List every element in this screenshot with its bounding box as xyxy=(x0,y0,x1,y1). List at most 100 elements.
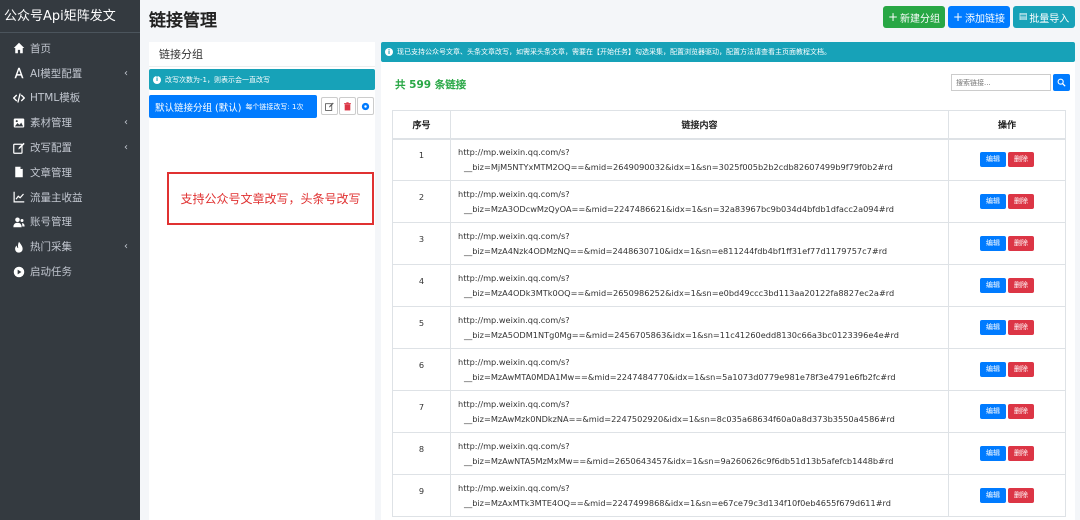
rewrite-info-alert: i 改写次数为-1，则表示会一直改写 xyxy=(149,69,375,90)
search-button[interactable] xyxy=(1053,74,1070,91)
sidebar-item-label: AI模型配置 xyxy=(30,67,83,80)
delete-link-button[interactable]: 删除 xyxy=(1008,446,1034,461)
link-line-1: http://mp.weixin.qq.com/s? xyxy=(458,482,570,493)
row-number: 7 xyxy=(392,390,451,433)
sidebar-item-html-template[interactable]: HTML模板 xyxy=(0,86,140,111)
group-panel-title: 链接分组 xyxy=(149,42,375,67)
sidebar-item-label: 账号管理 xyxy=(30,216,72,229)
table-header-row: 序号 链接内容 操作 xyxy=(392,110,1066,140)
support-info-alert: i 现已支持公众号文章、头条文章改写，如需采头条文章，需要在【开始任务】勾选采集… xyxy=(381,42,1075,62)
gear-icon xyxy=(361,102,370,110)
feature-annotation: 支持公众号文章改写，头条号改写 xyxy=(167,172,374,225)
chevron-left-icon: ‹ xyxy=(124,117,128,129)
link-line-2: __biz=MzA4ODk3MTk0OQ==&mid=2650986252&id… xyxy=(464,287,895,298)
column-header-no: 序号 xyxy=(392,110,451,140)
sidebar-item-rewrite-config[interactable]: 改写配置 ‹ xyxy=(0,135,140,160)
group-settings-button[interactable] xyxy=(357,97,374,115)
sidebar-item-hot-collect[interactable]: 热门采集 ‹ xyxy=(0,234,140,259)
row-actions: 编辑 删除 xyxy=(948,264,1066,307)
fire-icon xyxy=(12,240,26,254)
sidebar-item-accounts[interactable]: 账号管理 xyxy=(0,210,140,235)
link-line-1: http://mp.weixin.qq.com/s? xyxy=(458,272,570,283)
link-line-2: __biz=MzA5ODM1NTg0Mg==&mid=2456705863&id… xyxy=(464,329,899,340)
delete-link-button[interactable]: 删除 xyxy=(1008,194,1034,209)
link-count: 共 599 条链接 xyxy=(395,79,467,91)
row-actions: 编辑 删除 xyxy=(948,432,1066,475)
brand-title[interactable]: 公众号Api矩阵发文 xyxy=(0,0,140,33)
info-icon: i xyxy=(153,75,161,84)
chart-line-icon xyxy=(12,190,26,204)
link-content: http://mp.weixin.qq.com/s? __biz=MzAwNTA5… xyxy=(450,432,949,475)
delete-link-button[interactable]: 删除 xyxy=(1008,152,1034,168)
table-row: 4 http://mp.weixin.qq.com/s? __biz=MzA4ODk… xyxy=(392,264,1066,307)
delete-link-button[interactable]: 删除 xyxy=(1008,236,1034,251)
edit-link-button[interactable]: 编辑 xyxy=(980,152,1006,168)
delete-link-button[interactable]: 删除 xyxy=(1008,488,1034,503)
delete-group-button[interactable] xyxy=(339,97,356,115)
sidebar-item-home[interactable]: 首页 xyxy=(0,36,140,61)
rewrite-info-text: 改写次数为-1，则表示会一直改写 xyxy=(165,75,270,84)
page-title: 链接管理 xyxy=(149,11,217,31)
delete-link-button[interactable]: 删除 xyxy=(1008,278,1034,293)
link-line-2: __biz=MjM5NTYxMTM2OQ==&mid=2649090032&id… xyxy=(464,161,893,172)
sidebar-item-articles[interactable]: 文章管理 xyxy=(0,160,140,185)
row-number: 8 xyxy=(392,432,451,475)
table-row: 9 http://mp.weixin.qq.com/s? __biz=MzAxMTk… xyxy=(392,474,1066,517)
link-content: http://mp.weixin.qq.com/s? __biz=MzA3ODcw… xyxy=(450,180,949,223)
row-actions: 编辑 删除 xyxy=(948,474,1066,517)
edit-link-button[interactable]: 编辑 xyxy=(980,236,1006,251)
link-content: http://mp.weixin.qq.com/s? __biz=MzA4ODk3… xyxy=(450,264,949,307)
delete-link-button[interactable]: 删除 xyxy=(1008,404,1034,419)
link-list-panel: i 现已支持公众号文章、头条文章改写，如需采头条文章，需要在【开始任务】勾选采集… xyxy=(381,42,1075,520)
link-group-panel: 链接分组 i 改写次数为-1，则表示会一直改写 默认链接分组 (默认) 每个链接… xyxy=(149,42,375,520)
trash-icon xyxy=(344,101,351,110)
link-line-2: __biz=MzAwNTA5MzMxMw==&mid=2650643457&id… xyxy=(464,455,894,466)
edit-link-button[interactable]: 编辑 xyxy=(980,194,1006,209)
search-input[interactable] xyxy=(951,74,1051,91)
row-number: 4 xyxy=(392,264,451,307)
edit-link-button[interactable]: 编辑 xyxy=(980,404,1006,419)
group-rewrite-count: 每个链接改写: 1次 xyxy=(245,102,304,111)
edit-group-button[interactable] xyxy=(321,97,338,115)
edit-link-button[interactable]: 编辑 xyxy=(980,320,1006,335)
link-line-1: http://mp.weixin.qq.com/s? xyxy=(458,398,570,409)
sidebar-item-start-task[interactable]: 启动任务 xyxy=(0,259,140,284)
sidebar-item-materials[interactable]: 素材管理 ‹ xyxy=(0,110,140,135)
row-number: 5 xyxy=(392,306,451,349)
table-row: 1 http://mp.weixin.qq.com/s? __biz=MjM5NTY… xyxy=(392,138,1066,181)
add-link-button[interactable]: + 添加链接 xyxy=(948,6,1010,28)
delete-link-button[interactable]: 删除 xyxy=(1008,320,1034,335)
row-actions: 编辑 删除 xyxy=(948,180,1066,223)
sidebar-item-label: 热门采集 xyxy=(30,241,72,254)
chevron-left-icon: ‹ xyxy=(124,142,128,154)
row-actions: 编辑 删除 xyxy=(948,138,1066,181)
sidebar-item-label: 文章管理 xyxy=(30,166,72,179)
image-icon xyxy=(12,116,26,130)
add-link-label: 添加链接 xyxy=(965,13,1006,25)
edit-link-button[interactable]: 编辑 xyxy=(980,488,1006,503)
table-row: 6 http://mp.weixin.qq.com/s? __biz=MzAwMTA… xyxy=(392,348,1066,391)
new-group-button[interactable]: + 新建分组 xyxy=(883,6,945,28)
row-number: 1 xyxy=(392,138,451,181)
edit-link-button[interactable]: 编辑 xyxy=(980,446,1006,461)
link-content: http://mp.weixin.qq.com/s? __biz=MjM5NTYx… xyxy=(450,138,949,181)
link-table: 序号 链接内容 操作 1 http://mp.weixin.qq.com/s? __… xyxy=(392,110,1066,517)
link-content: http://mp.weixin.qq.com/s? __biz=MzA4Nzk4… xyxy=(450,222,949,265)
sidebar-item-traffic-revenue[interactable]: 流量主收益 xyxy=(0,185,140,210)
default-link-group[interactable]: 默认链接分组 (默认) 每个链接改写: 1次 xyxy=(149,95,317,118)
group-actions xyxy=(321,97,375,115)
delete-link-button[interactable]: 删除 xyxy=(1008,362,1034,377)
sidebar: 公众号Api矩阵发文 首页 AI模型配置 ‹ HTML模板 素材管理 ‹ 改写配… xyxy=(0,0,140,520)
edit-link-button[interactable]: 编辑 xyxy=(980,362,1006,377)
new-group-label: 新建分组 xyxy=(900,13,941,25)
sidebar-item-label: 首页 xyxy=(30,42,51,55)
bulk-import-button[interactable]: ▤ 批量导入 xyxy=(1013,6,1075,28)
plus-icon: + xyxy=(887,10,899,24)
table-row: 2 http://mp.weixin.qq.com/s? __biz=MzA3ODc… xyxy=(392,180,1066,223)
sidebar-item-ai-model[interactable]: AI模型配置 ‹ xyxy=(0,61,140,86)
row-actions: 编辑 删除 xyxy=(948,222,1066,265)
page-header: 链接管理 + 新建分组 + 添加链接 ▤ 批量导入 xyxy=(140,0,1080,36)
chevron-left-icon: ‹ xyxy=(124,241,128,253)
sidebar-item-label: 素材管理 xyxy=(30,117,72,130)
edit-link-button[interactable]: 编辑 xyxy=(980,278,1006,293)
